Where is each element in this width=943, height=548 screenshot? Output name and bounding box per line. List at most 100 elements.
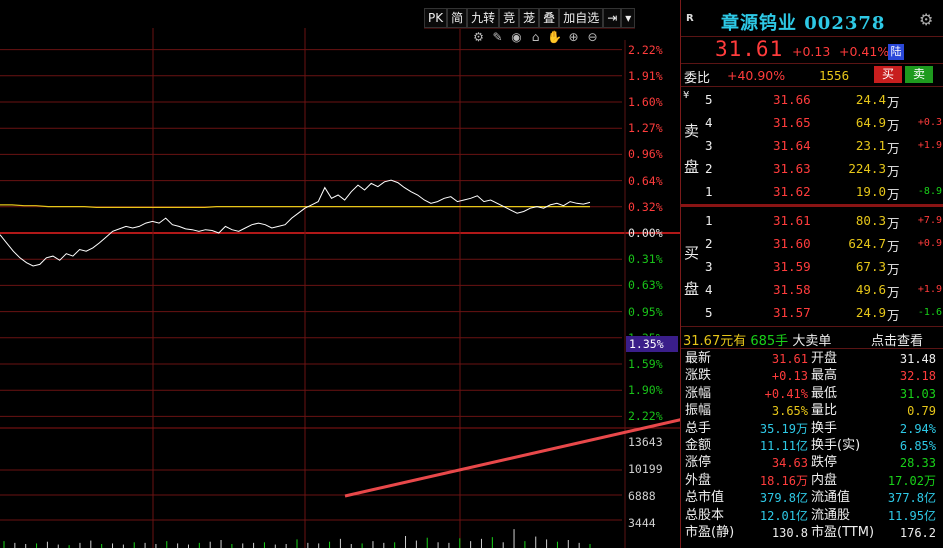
quote-row: 涨停 34.63 跌停 28.33 — [681, 454, 943, 472]
buy-button[interactable]: 买 — [874, 66, 902, 83]
quote-label: 涨幅 — [685, 385, 712, 401]
quote-label: 跌停 — [811, 455, 838, 471]
quote-label: 开盘 — [811, 351, 838, 366]
view-details-link[interactable]: 点击查看 — [871, 330, 923, 349]
gear-icon[interactable]: ⚙ — [919, 10, 933, 29]
ask-level-unit: 万 — [887, 118, 900, 133]
bid-level-row[interactable]: 3 31.59 67.3 万 — [681, 256, 943, 278]
last-price: 31.61 — [715, 37, 784, 61]
quote-row: 金额 11.11亿 换手(实) 6.85% — [681, 437, 943, 455]
ask-level-number: 4 — [705, 115, 713, 130]
big-order-row[interactable]: 31.67元有 685手 大卖单 — [683, 330, 831, 349]
quote-value: 3.65% — [771, 404, 808, 419]
quote-value: 34.63 — [771, 456, 808, 471]
chart-toolbar-button-4[interactable]: 茏 — [519, 8, 540, 28]
weibi-pct: +40.90% — [727, 68, 786, 83]
bid-level-volume: 49.6 — [855, 282, 886, 297]
volume-axis-label: 10199 — [628, 462, 663, 476]
hand-icon[interactable]: ✋ — [546, 30, 563, 44]
chart-toolbar-button-5[interactable]: 叠 — [539, 8, 560, 28]
chart-toolbar-button-7[interactable]: ⇥ — [603, 8, 622, 28]
bid-level-price: 31.57 — [773, 305, 811, 320]
bid-level-unit: 万 — [887, 285, 900, 300]
bid-level-row[interactable]: 5 31.57 24.9 万 -1.6 — [681, 302, 943, 324]
chart-toolbar-button-1[interactable]: 简 — [447, 8, 468, 28]
ask-level-volume: 224.3 — [848, 161, 886, 176]
ask-level-row[interactable]: 2 31.63 224.3 万 — [681, 158, 943, 180]
bid-level-unit: 万 — [887, 216, 900, 231]
bid-level-row[interactable]: 4 31.58 49.6 万 +1.9 — [681, 279, 943, 301]
zoom-out-icon[interactable]: ⊖ — [584, 30, 601, 44]
price-axis-label: 1.59% — [628, 357, 663, 371]
quote-label: 总手 — [685, 420, 712, 436]
bid-level-number: 4 — [705, 282, 713, 297]
eye-icon[interactable]: ◉ — [508, 30, 525, 44]
r-badge: R — [686, 13, 694, 24]
chart-toolbar-button-3[interactable]: 竞 — [499, 8, 520, 28]
price-change-pct: +0.41% — [839, 44, 890, 59]
price-axis-label: 0.96% — [628, 147, 663, 162]
quote-value: 35.19万 — [759, 421, 808, 436]
quote-value: 31.48 — [899, 352, 936, 366]
volume-axis-label: 6888 — [628, 489, 656, 503]
quote-label: 涨跌 — [685, 368, 712, 384]
ask-level-price: 31.63 — [773, 161, 811, 176]
bid-level-price: 31.61 — [773, 213, 811, 228]
quote-label: 量比 — [811, 403, 838, 419]
ask-level-unit: 万 — [887, 141, 900, 156]
zoom-in-icon[interactable]: ⊕ — [565, 30, 582, 44]
stock-title: 章源钨业 002378 — [721, 13, 886, 34]
quote-value: 11.11亿 — [759, 439, 808, 453]
bid-level-row[interactable]: 2 31.60 624.7 万 +0.9 — [681, 233, 943, 255]
bid-level-row[interactable]: 1 31.61 80.3 万 +7.9 — [681, 210, 943, 232]
quote-row: 外盘 18.16万 内盘 17.02万 — [681, 472, 943, 490]
quote-value: 28.33 — [899, 456, 936, 471]
quote-value: 31.61 — [771, 352, 808, 366]
quote-label: 外盘 — [685, 472, 712, 488]
chart-toolbar-button-2[interactable]: 九转 — [467, 8, 500, 28]
quote-label: 最高 — [811, 368, 838, 384]
quote-value: 176.2 — [899, 526, 936, 540]
spread-divider — [681, 204, 943, 207]
bid-level-delta: -1.6 — [917, 307, 942, 318]
ask-level-delta: +1.9 — [917, 140, 942, 151]
ask-level-delta: -8.9 — [917, 186, 942, 197]
chart-toolbar-button-0[interactable]: PK — [424, 8, 448, 28]
ask-level-price: 31.66 — [773, 92, 811, 107]
bid-level-delta: +1.9 — [917, 284, 942, 295]
bag-icon[interactable]: ⌂ — [527, 30, 544, 44]
quote-label: 最低 — [811, 385, 838, 401]
price-axis-label: 1.90% — [628, 383, 663, 398]
pen-icon[interactable]: ✎ — [489, 30, 506, 44]
ask-level-row[interactable]: 5 31.66 24.4 万 — [681, 89, 943, 111]
sell-button[interactable]: 卖 — [905, 66, 933, 83]
chart-toolbar-button-6[interactable]: 加自选 — [559, 8, 604, 28]
ask-level-row[interactable]: 4 31.65 64.9 万 +0.3 — [681, 112, 943, 134]
price-axis-label: 1.91% — [628, 68, 663, 83]
ask-level-number: 3 — [705, 138, 713, 153]
price-axis-label: 0.95% — [628, 304, 663, 319]
big-order-qty: 685手 — [750, 334, 789, 349]
price-axis-label: 0.64% — [628, 173, 663, 188]
settings-wheel-icon[interactable]: ⚙ — [470, 30, 487, 44]
weibi-label: 委比 — [684, 71, 711, 86]
bid-level-unit: 万 — [887, 262, 900, 277]
ask-level-row[interactable]: 1 31.62 19.0 万 -8.9 — [681, 181, 943, 203]
quote-value: 32.18 — [899, 369, 936, 384]
quote-value: 12.01亿 — [759, 508, 808, 523]
quote-value: +0.41% — [764, 386, 808, 401]
ask-level-volume: 24.4 — [855, 92, 886, 107]
price-axis-label: 0.00% — [628, 226, 663, 240]
ask-level-row[interactable]: 3 31.64 23.1 万 +1.9 — [681, 135, 943, 157]
chart-toolbar-button-8[interactable]: ▾ — [621, 8, 636, 28]
quote-label: 换手 — [811, 420, 838, 436]
quote-value: +0.13 — [771, 369, 808, 384]
quote-value: 18.16万 — [759, 473, 808, 488]
price-line — [0, 179, 591, 267]
quote-label: 市盈(TTM) — [811, 525, 875, 540]
bid-level-price: 31.58 — [773, 282, 811, 297]
quote-label: 换手(实) — [811, 438, 861, 453]
quote-value: 17.02万 — [887, 473, 936, 488]
bid-level-number: 2 — [705, 236, 713, 251]
intraday-chart[interactable] — [0, 0, 680, 548]
